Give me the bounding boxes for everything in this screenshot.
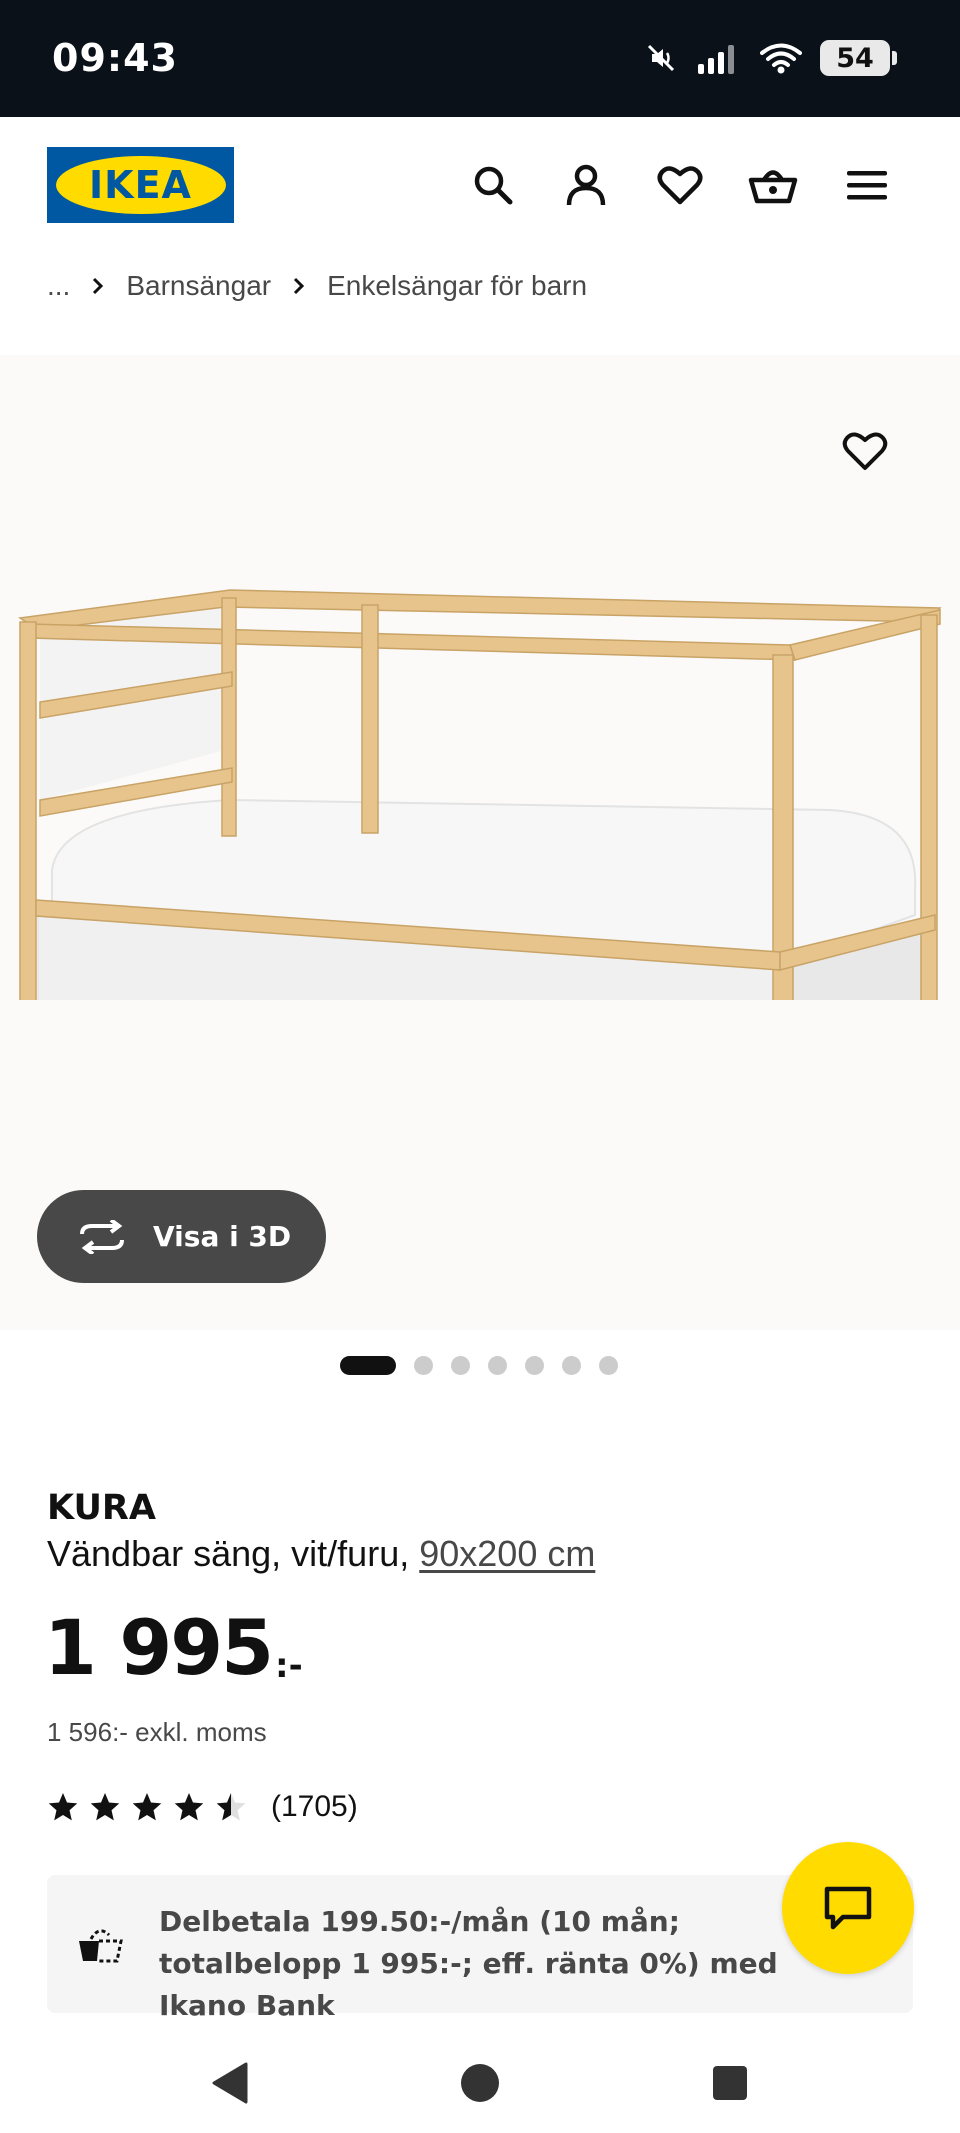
wifi-icon: [760, 43, 802, 74]
half-star-icon: [216, 1793, 246, 1821]
product-image-bed: [17, 589, 942, 1000]
favorites-icon[interactable]: [652, 157, 708, 213]
logo-text: IKEA: [89, 163, 192, 207]
battery-icon: 54: [820, 40, 897, 76]
star-icon: [174, 1793, 204, 1821]
view-in-3d-button[interactable]: Visa i 3D: [37, 1190, 326, 1283]
carousel-dot[interactable]: [525, 1356, 544, 1375]
carousel-dot[interactable]: [451, 1356, 470, 1375]
status-icons: 54: [644, 38, 897, 78]
installment-payment-icon: [79, 1929, 123, 1963]
home-icon[interactable]: [452, 2055, 508, 2111]
chevron-right-icon: [92, 277, 104, 295]
chevron-right-icon: [293, 277, 305, 295]
price-amount: 1 995: [44, 1603, 274, 1692]
site-header: IKEA: [0, 117, 960, 257]
product-name: KURA: [47, 1488, 156, 1528]
chat-icon: [824, 1886, 872, 1930]
product-rating[interactable]: (1705): [47, 1790, 358, 1824]
carousel-dot[interactable]: [599, 1356, 618, 1375]
price-excl-vat: 1 596:- exkl. moms: [47, 1717, 267, 1747]
price-suffix: :-: [274, 1646, 303, 1686]
add-to-favorites-heart-icon[interactable]: [842, 430, 898, 486]
carousel-dot-active[interactable]: [340, 1356, 396, 1375]
cart-icon[interactable]: [745, 157, 801, 213]
rotate-3d-icon: [80, 1219, 124, 1254]
search-icon[interactable]: [465, 157, 521, 213]
menu-icon[interactable]: [839, 157, 895, 213]
carousel-dot[interactable]: [488, 1356, 507, 1375]
star-icon: [90, 1793, 120, 1821]
breadcrumb: ... Barnsängar Enkelsängar för barn: [47, 266, 587, 306]
signal-icon: [698, 45, 734, 74]
star-icon: [48, 1793, 78, 1821]
status-bar: 09:43 54: [0, 0, 960, 117]
chat-button[interactable]: [782, 1842, 914, 1974]
back-icon[interactable]: [202, 2055, 258, 2111]
view-in-3d-label: Visa i 3D: [153, 1220, 292, 1253]
product-type: Vändbar säng, vit/furu,: [47, 1533, 410, 1574]
star-icon: [132, 1793, 162, 1821]
carousel-dot[interactable]: [414, 1356, 433, 1375]
carousel-dot[interactable]: [562, 1356, 581, 1375]
system-nav-bar: [0, 2033, 960, 2133]
product-gallery[interactable]: Visa i 3D: [0, 355, 960, 1330]
installment-text: Delbetala 199.50:-/mån (10 mån; totalbel…: [159, 1905, 778, 2022]
rating-count: (1705): [271, 1790, 358, 1823]
ikea-logo[interactable]: IKEA: [47, 147, 234, 223]
mute-icon: [647, 44, 675, 72]
account-icon[interactable]: [558, 157, 614, 213]
product-price: 1 995 :-: [44, 1603, 303, 1692]
breadcrumb-item-ellipsis[interactable]: ...: [47, 270, 70, 302]
product-size-link[interactable]: 90x200 cm: [419, 1533, 595, 1574]
status-time: 09:43: [52, 36, 178, 80]
breadcrumb-item-barnsangar[interactable]: Barnsängar: [126, 270, 271, 302]
rating-stars: [47, 1791, 247, 1823]
product-description: Vändbar säng, vit/furu, 90x200 cm: [47, 1533, 595, 1575]
breadcrumb-item-enkelsangar[interactable]: Enkelsängar för barn: [327, 270, 587, 302]
carousel-dots: [340, 1356, 618, 1375]
logo-oval: IKEA: [55, 156, 226, 214]
recents-icon[interactable]: [702, 2055, 758, 2111]
